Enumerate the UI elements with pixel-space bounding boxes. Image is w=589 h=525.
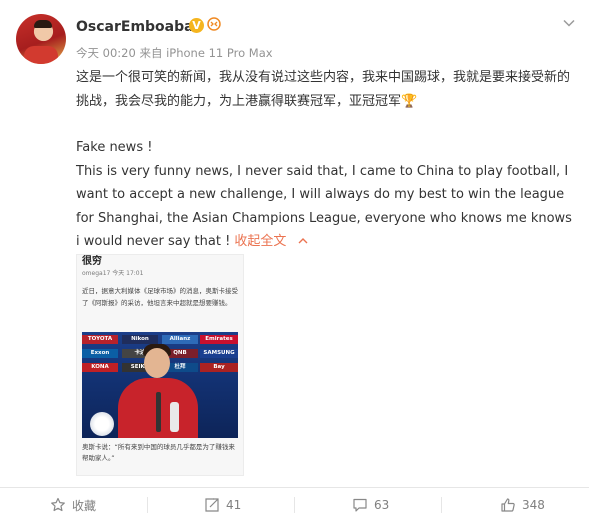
- article-screenshot[interactable]: 很穷 omega17 今天 17:01 近日，据意大利媒体《足球市场》的消息，奥…: [76, 254, 244, 476]
- star-icon: [51, 497, 65, 512]
- post-text-english-wrapper: This is very funny news, I never said th…: [76, 160, 576, 254]
- favorite-button[interactable]: 收藏: [50, 494, 96, 516]
- article-meta: omega17 今天 17:01: [82, 270, 144, 277]
- comment-button[interactable]: 63: [352, 494, 389, 516]
- sponsor-board: KONA: [82, 363, 118, 372]
- collapse-label: 收起全文: [234, 234, 287, 249]
- sponsor-board: Emirates: [200, 335, 238, 344]
- player-head: [144, 348, 170, 378]
- thumbs-up-icon: [501, 498, 515, 512]
- favorite-label: 收藏: [72, 498, 97, 513]
- sponsor-board: SAMSUNG: [200, 349, 238, 358]
- collapse-link[interactable]: 收起全文: [234, 234, 308, 249]
- avatar-hair: [34, 20, 52, 28]
- chevron-up-icon: [298, 238, 308, 244]
- post-text: 这是一个很可笑的新闻，我从没有说过这些内容，我来中国踢球，我就是要来接受新的挑战…: [76, 66, 576, 254]
- repost-icon: [205, 498, 219, 512]
- article-title: 很穷: [82, 256, 102, 267]
- sponsor-board: TOYOTA: [82, 335, 118, 344]
- post-text-fake-news: Fake news !: [76, 140, 153, 155]
- chevron-down-icon[interactable]: [563, 14, 575, 27]
- weibo-post: OscarEmboaba8 V 今天 00:20 来自 iPhone 11 Pr…: [0, 0, 589, 525]
- article-caption: 奥斯卡说：“所有来到中国的球员几乎都是为了赚钱来帮助家人。”: [82, 443, 235, 462]
- like-button[interactable]: 348: [500, 494, 545, 516]
- sponsor-board: Exxon: [82, 349, 118, 358]
- like-count: 348: [522, 498, 545, 512]
- comment-count: 63: [374, 498, 390, 512]
- footer-separator: [147, 497, 148, 513]
- post-text-chinese: 这是一个很可笑的新闻，我从没有说过这些内容，我来中国踢球，我就是要来接受新的挑战…: [76, 70, 571, 109]
- footer-separator: [441, 497, 442, 513]
- username[interactable]: OscarEmboaba8: [76, 19, 203, 35]
- football: [90, 412, 114, 436]
- avatar[interactable]: [16, 14, 66, 64]
- footer-divider: [0, 487, 589, 488]
- sponsor-board: Nikon: [122, 335, 158, 344]
- sponsor-board: Allianz: [162, 335, 198, 344]
- post-text-english: This is very funny news, I never said th…: [76, 163, 572, 250]
- repost-count: 41: [226, 498, 242, 512]
- avatar-shirt: [24, 46, 58, 64]
- comment-icon: [353, 498, 367, 512]
- verified-badge-icon: V: [189, 18, 204, 33]
- post-meta: 今天 00:20 来自 iPhone 11 Pro Max: [76, 46, 273, 60]
- water-bottle: [170, 402, 179, 432]
- article-body: 近日，据意大利媒体《足球市场》的消息，奥斯卡接受了《阿斯报》的采访，他坦言来中超…: [82, 287, 238, 307]
- member-badge-icon: [207, 17, 221, 35]
- microphone: [156, 392, 161, 432]
- sponsor-board: Bay: [200, 363, 238, 372]
- repost-button[interactable]: 41: [204, 494, 241, 516]
- press-conference-photo: TOYOTA Nikon Allianz Emirates Exxon 卡达 QNB SAMS…: [82, 332, 238, 438]
- footer-separator: [294, 497, 295, 513]
